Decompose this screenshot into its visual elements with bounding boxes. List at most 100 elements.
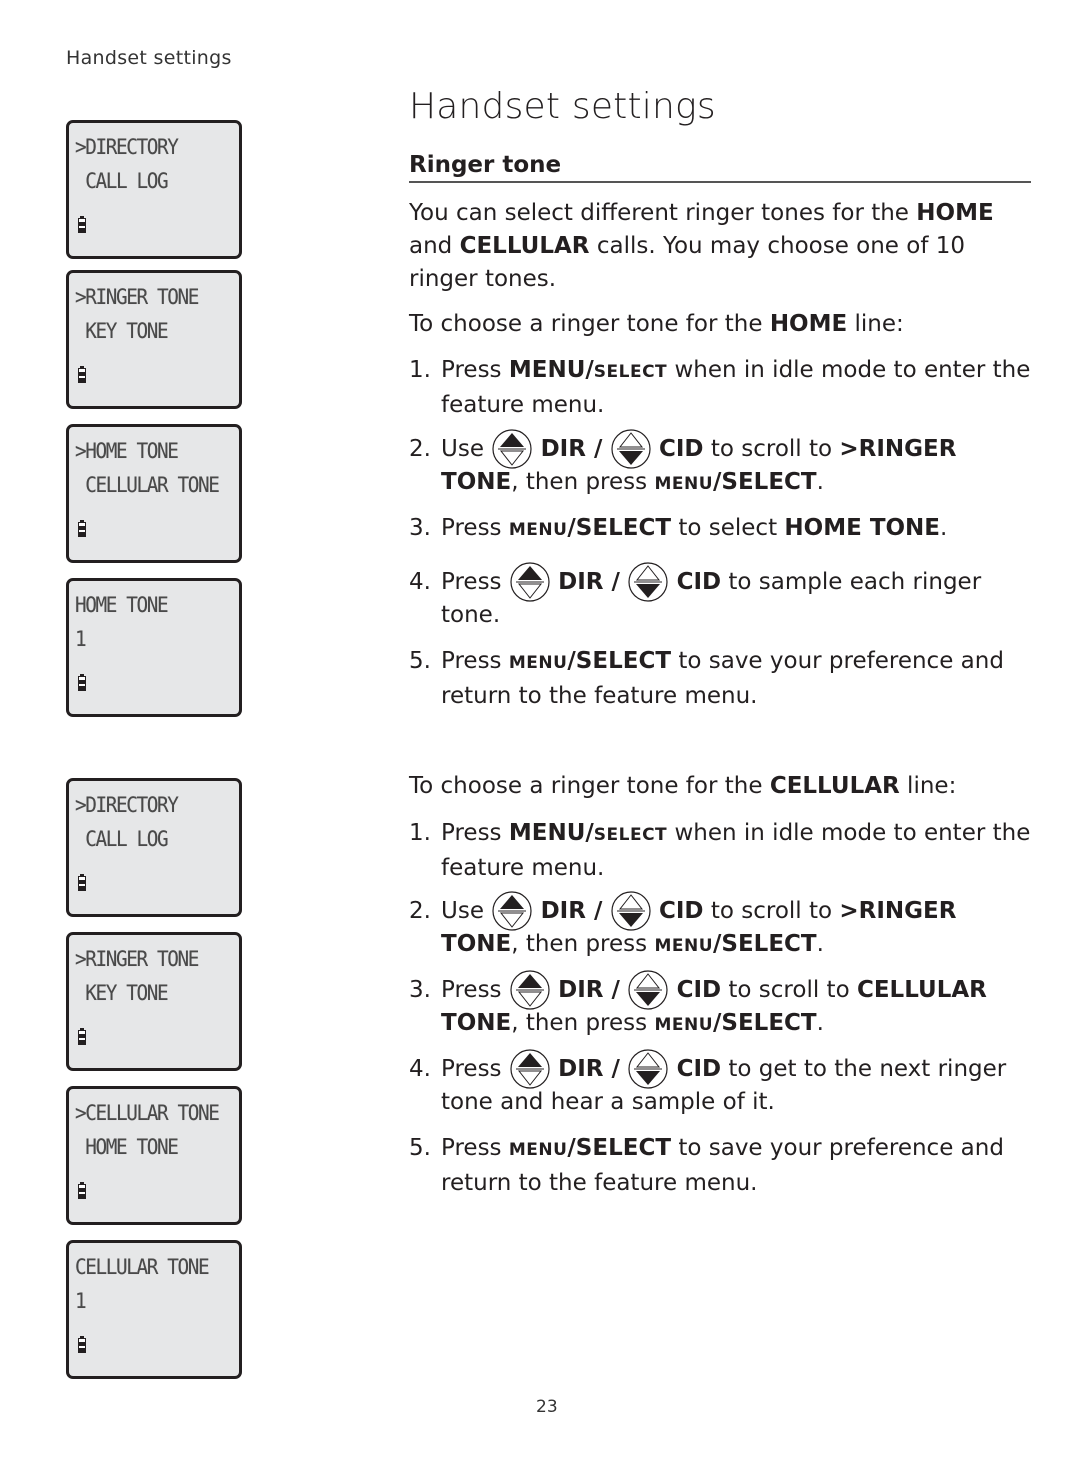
step-number: 4.	[409, 1056, 431, 1082]
battery-icon	[78, 216, 86, 233]
down-arrow-key-icon	[610, 890, 652, 932]
lcd-screen-directory: >DIRECTORY CALL LOG	[66, 120, 242, 259]
bold-text: HOME	[916, 200, 994, 226]
bold-text: DIR /	[540, 898, 603, 924]
bold-text: CID	[676, 569, 722, 595]
lcd-line-1: HOME TONE	[75, 593, 169, 617]
bold-text: DIR /	[540, 436, 603, 462]
bold-text: DIR /	[558, 569, 620, 595]
text: to scroll to	[721, 977, 857, 1003]
step-number: 5.	[409, 1135, 431, 1161]
text: line:	[899, 773, 957, 799]
lcd-line-2: CALL LOG	[75, 169, 168, 193]
home-step-3: 3. Press MENU/SELECT to select HOME TONE…	[409, 512, 1031, 547]
text: Press	[441, 1135, 509, 1161]
text: Press	[441, 977, 509, 1003]
bold-text: MENU/	[508, 357, 594, 383]
intro-paragraph: You can select different ringer tones fo…	[409, 197, 1031, 296]
up-arrow-key-icon	[509, 561, 551, 603]
lcd-line-2: CALL LOG	[75, 827, 168, 851]
text: to scroll to	[703, 436, 840, 462]
lcd-line-1: >HOME TONE	[75, 439, 179, 463]
lcd-line-2: HOME TONE	[75, 1135, 179, 1159]
lcd-line-1: >RINGER TONE	[75, 947, 199, 971]
lcd-line-2: 1	[75, 1289, 87, 1313]
small-caps-text: MENU	[654, 474, 713, 494]
home-step-4: 4. Press DIR / CID to sample each ringer…	[409, 561, 1031, 632]
page-title: Handset settings	[409, 86, 716, 127]
text: .	[816, 1010, 824, 1036]
lcd-line-1: >RINGER TONE	[75, 285, 199, 309]
text: Press	[441, 569, 509, 595]
text: Use	[441, 898, 492, 924]
page-number: 23	[536, 1397, 558, 1417]
lcd-screen-home-tone-value: HOME TONE 1	[66, 578, 242, 717]
battery-icon	[78, 1182, 86, 1199]
text: to scroll to	[703, 898, 840, 924]
text: To choose a ringer tone for the	[409, 773, 770, 799]
text: , then press	[511, 1010, 655, 1036]
battery-icon	[78, 674, 86, 691]
bold-text: CID	[676, 1056, 722, 1082]
text: .	[816, 469, 824, 495]
cellular-step-5: 5. Press MENU/SELECT to save your prefer…	[409, 1132, 1031, 1200]
battery-icon	[78, 874, 86, 891]
text: Press	[441, 357, 509, 383]
small-caps-text: MENU	[508, 520, 568, 540]
bold-text: DIR /	[558, 977, 620, 1003]
up-arrow-key-icon	[491, 890, 533, 932]
text: , then press	[511, 469, 655, 495]
text: line:	[847, 311, 904, 337]
small-caps-text: MENU	[654, 1015, 713, 1035]
bold-text: CID	[676, 977, 722, 1003]
small-caps-text: SELECT	[593, 362, 668, 382]
lcd-line-2: KEY TONE	[75, 319, 168, 343]
lcd-line-1: >DIRECTORY	[75, 793, 179, 817]
text: to select	[671, 515, 785, 541]
cellular-lead: To choose a ringer tone for the CELLULAR…	[409, 770, 1031, 803]
small-caps-text: MENU	[508, 1140, 568, 1160]
step-number: 5.	[409, 648, 431, 674]
lcd-screen-ringer-tone: >RINGER TONE KEY TONE	[66, 270, 242, 409]
lcd-screen-home-tone-menu: >HOME TONE CELLULAR TONE	[66, 424, 242, 563]
bold-text: CID	[659, 436, 704, 462]
running-head: Handset settings	[66, 47, 232, 69]
home-step-1: 1. Press MENU/SELECT when in idle mode t…	[409, 354, 1031, 422]
lcd-line-1: CELLULAR TONE	[75, 1255, 210, 1279]
small-caps-text: MENU	[654, 936, 713, 956]
text: Press	[441, 515, 509, 541]
bold-text: DIR /	[558, 1056, 620, 1082]
home-step-2: 2. Use DIR / CID to scroll to >RINGER TO…	[409, 428, 1031, 501]
cellular-step-3: 3. Press DIR / CID to scroll to CELLULAR…	[409, 969, 1031, 1042]
home-step-5: 5. Press MENU/SELECT to save your prefer…	[409, 645, 1031, 713]
bold-text: /SELECT	[713, 1010, 817, 1036]
bold-text: CID	[659, 898, 704, 924]
bold-text: CELLULAR	[459, 233, 590, 259]
lcd-line-1: >DIRECTORY	[75, 135, 179, 159]
bold-text: HOME TONE	[784, 515, 941, 541]
step-number: 2.	[409, 898, 431, 924]
down-arrow-key-icon	[627, 561, 669, 603]
battery-icon	[78, 520, 86, 537]
small-caps-text: MENU	[508, 653, 568, 673]
step-number: 2.	[409, 436, 431, 462]
bold-text: HOME	[769, 311, 848, 337]
battery-icon	[78, 366, 86, 383]
text: Press	[441, 1056, 509, 1082]
step-number: 4.	[409, 569, 431, 595]
up-arrow-key-icon	[491, 428, 533, 470]
text: .	[816, 931, 824, 957]
bold-text: /SELECT	[713, 469, 817, 495]
step-number: 3.	[409, 977, 431, 1003]
lcd-line-2: CELLULAR TONE	[75, 473, 220, 497]
bold-text: MENU/	[508, 820, 594, 846]
step-number: 1.	[409, 820, 431, 846]
lcd-screen-cellular-tone-menu: >CELLULAR TONE HOME TONE	[66, 1086, 242, 1225]
cellular-step-1: 1. Press MENU/SELECT when in idle mode t…	[409, 817, 1031, 885]
text: and	[409, 233, 460, 259]
bold-text: /SELECT	[713, 931, 817, 957]
down-arrow-key-icon	[627, 969, 669, 1011]
lcd-screen-ringer-tone: >RINGER TONE KEY TONE	[66, 932, 242, 1071]
bold-text: /SELECT	[567, 648, 672, 674]
text: You can select different ringer tones fo…	[409, 200, 917, 226]
